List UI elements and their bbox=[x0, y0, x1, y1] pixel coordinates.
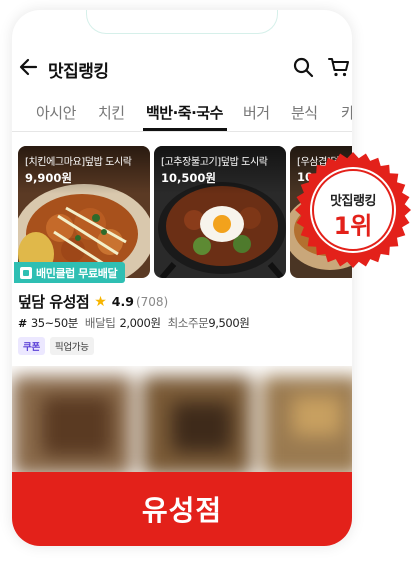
active-tab-indicator bbox=[143, 128, 227, 131]
seal-line2: 1위 bbox=[333, 212, 373, 240]
menu-price: 10,500원 bbox=[161, 171, 216, 185]
menu-price: 9,900원 bbox=[25, 171, 72, 185]
phone-frame: 맛집랭킹 아시안 치킨 백반·죽·국수 버거 분식 카 [치킨에그마요]덮밥 도… bbox=[12, 10, 352, 546]
blurred-store-preview bbox=[12, 366, 352, 472]
branch-banner: 유성점 bbox=[12, 472, 352, 546]
store-rating: 4.9 bbox=[111, 294, 134, 309]
delivery-info-row: # 35~50분 배달팁 2,000원 최소주문 9,500원 bbox=[18, 315, 250, 331]
tab-chicken[interactable]: 치킨 bbox=[98, 102, 125, 123]
back-arrow-icon[interactable] bbox=[18, 56, 40, 78]
delivery-time-icon: # bbox=[18, 316, 27, 330]
tab-asian[interactable]: 아시안 bbox=[36, 102, 76, 123]
search-icon[interactable] bbox=[292, 56, 314, 78]
menu-card[interactable]: [치킨에그마요]덮밥 도시락 9,900원 bbox=[18, 146, 150, 278]
app-bar: 맛집랭킹 bbox=[12, 50, 352, 84]
delivery-time: 35~50분 bbox=[30, 316, 78, 330]
delivery-tip: 2,000원 bbox=[119, 316, 161, 330]
club-icon bbox=[20, 266, 32, 279]
tab-snack[interactable]: 분식 bbox=[291, 102, 318, 123]
category-tabs: 아시안 치킨 백반·죽·국수 버거 분식 카 bbox=[12, 98, 352, 132]
club-badge-label: 배민클럽 무료배달 bbox=[36, 266, 118, 280]
tab-burger[interactable]: 버거 bbox=[243, 102, 270, 123]
store-title-row[interactable]: 덮담 유성점 ★ 4.9 (708) bbox=[18, 291, 168, 312]
pickup-tag: 픽업가능 bbox=[49, 337, 94, 355]
menu-name: [고추장불고기]덮밥 도시락 bbox=[161, 157, 268, 168]
phone-notch bbox=[86, 10, 278, 34]
store-tags: 쿠폰 픽업가능 bbox=[18, 337, 94, 355]
min-order: 9,500원 bbox=[208, 316, 250, 330]
min-order-label: 최소주문 bbox=[167, 316, 209, 330]
tab-korean-rice[interactable]: 백반·죽·국수 bbox=[146, 102, 223, 123]
ranking-seal-badge: 맛집랭킹 1위 bbox=[293, 150, 413, 270]
club-free-delivery-badge: 배민클럽 무료배달 bbox=[14, 262, 126, 283]
store-name[interactable]: 덮담 유성점 bbox=[18, 291, 90, 312]
menu-card[interactable]: [고추장불고기]덮밥 도시락 10,500원 bbox=[154, 146, 286, 278]
tab-cafe[interactable]: 카 bbox=[341, 102, 352, 123]
coupon-tag: 쿠폰 bbox=[18, 337, 45, 355]
page-title: 맛집랭킹 bbox=[48, 62, 109, 82]
branch-banner-text: 유성점 bbox=[141, 494, 223, 527]
star-icon: ★ bbox=[94, 293, 107, 310]
cart-icon[interactable] bbox=[328, 56, 350, 78]
review-count: (708) bbox=[135, 294, 169, 309]
delivery-tip-label: 배달팁 bbox=[84, 316, 116, 330]
menu-name: [치킨에그마요]덮밥 도시락 bbox=[25, 157, 132, 168]
